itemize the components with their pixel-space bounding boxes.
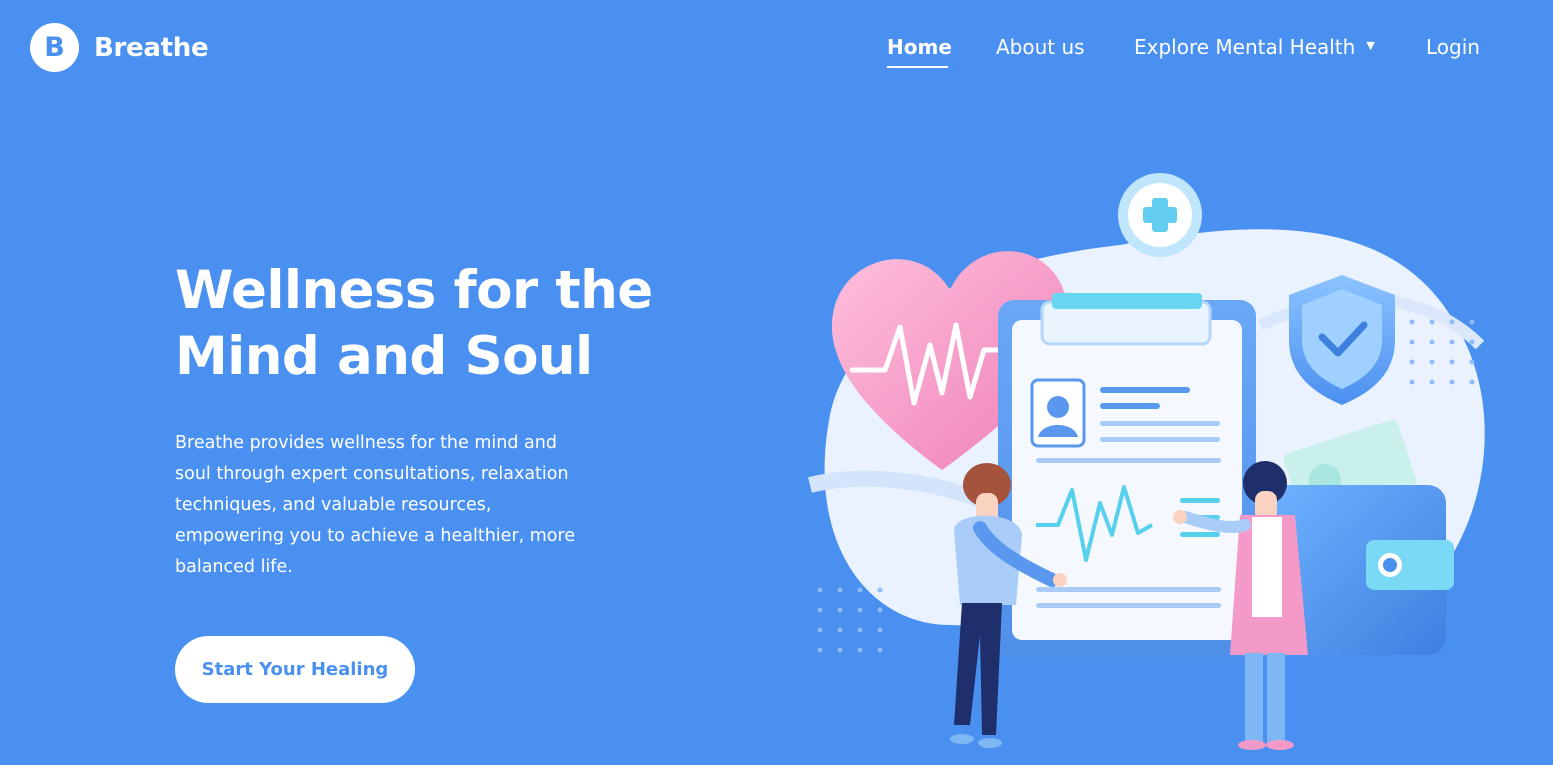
top-navbar: B Breathe Home About us Explore Mental H… [0,0,1553,96]
hero-title-line-2: Mind and Soul [175,326,593,387]
nav-login-link[interactable]: Login [1426,33,1480,61]
active-nav-indicator [887,66,948,68]
main-nav: Home About us Explore Mental Health ▼ Lo… [0,33,1553,73]
nav-about-link[interactable]: About us [996,33,1085,61]
hero-title-line-1: Wellness for the [175,260,653,321]
medical-plus-icon [1118,173,1202,257]
start-healing-button[interactable]: Start Your Healing [175,636,415,703]
nav-home-link[interactable]: Home [887,33,952,61]
hero-description: Breathe provides wellness for the mind a… [175,433,576,577]
hero-illustration [808,173,1485,750]
chevron-down-icon: ▼ [1366,39,1375,52]
medical-clipboard [998,293,1256,658]
hero-title: Wellness for the Mind and Soul [175,258,695,390]
nav-explore-label: Explore Mental Health [1134,35,1356,59]
dot-grid-left [817,587,883,653]
nav-explore-dropdown[interactable]: Explore Mental Health ▼ [1134,33,1375,61]
